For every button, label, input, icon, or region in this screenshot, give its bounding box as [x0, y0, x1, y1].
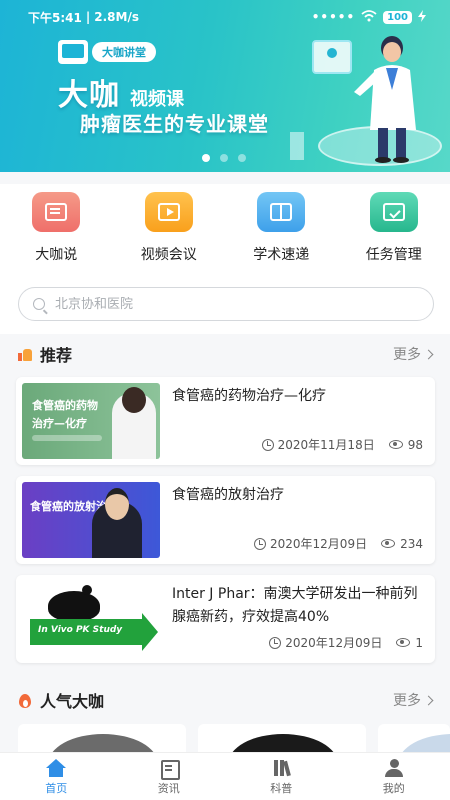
menu-item-video-meeting[interactable]: 视频会议 — [113, 184, 226, 274]
quick-menu: 大咖说 视频会议 学术速递 任务管理 — [0, 184, 450, 274]
tab-label: 科普 — [270, 782, 293, 795]
article-meta: 2020年12月09日 234 — [254, 535, 423, 552]
recommend-more-link[interactable]: 更多 — [393, 344, 434, 364]
user-icon — [384, 759, 404, 777]
banner-subtitle: 肿瘤医生的专业课堂 — [80, 112, 269, 136]
clock-icon — [269, 636, 282, 649]
section-title: 推荐 — [40, 346, 73, 365]
menu-item-daka-say[interactable]: 大咖说 — [0, 184, 113, 274]
pager-dot[interactable] — [202, 154, 210, 162]
eye-icon — [381, 539, 396, 548]
article-thumbnail: In Vivo PK Study — [22, 581, 160, 657]
article-card[interactable]: 食管癌的药物 治疗—化疗 食管癌的药物治疗—化疗 2020年11月18日 98 — [16, 377, 435, 465]
menu-item-label: 大咖说 — [35, 247, 78, 263]
tab-home[interactable]: 首页 — [0, 753, 113, 800]
menu-item-label: 视频会议 — [140, 247, 197, 263]
charging-icon — [418, 9, 426, 25]
article-date: 2020年12月09日 — [270, 537, 368, 551]
article-meta: 2020年11月18日 98 — [261, 436, 423, 453]
article-views: 1 — [415, 635, 423, 650]
more-label: 更多 — [393, 347, 421, 363]
article-card[interactable]: In Vivo PK Study Inter J Phar：南澳大学研发出一种前… — [16, 575, 435, 663]
thumbnail-caption: In Vivo PK Study — [38, 625, 123, 635]
eye-icon — [388, 440, 403, 449]
books-icon — [271, 759, 291, 777]
tab-label: 我的 — [382, 782, 405, 795]
popular-more-link[interactable]: 更多 — [393, 690, 434, 710]
pager-dot[interactable] — [220, 154, 228, 162]
mouse-silhouette — [48, 585, 100, 621]
search-input[interactable] — [55, 296, 395, 312]
article-date: 2020年11月18日 — [277, 438, 375, 452]
fire-icon — [18, 692, 32, 708]
search-bar[interactable] — [18, 287, 434, 321]
status-speed: 2.8M/s — [94, 10, 139, 24]
doctor-illustration — [354, 36, 416, 163]
article-date: 2020年12月09日 — [285, 636, 383, 650]
doctor-photo — [112, 387, 156, 459]
recommend-header: 推荐 更多 — [0, 334, 450, 374]
chat-doc-icon — [32, 192, 81, 232]
menu-item-task-management[interactable]: 任务管理 — [338, 184, 450, 274]
banner-tag: 大咖讲堂 — [58, 40, 156, 64]
menu-item-academic-express[interactable]: 学术速递 — [225, 184, 338, 274]
chevron-right-icon — [423, 695, 434, 705]
article-title: 食管癌的放射治疗 — [172, 487, 284, 503]
thumbnail-strip — [32, 435, 102, 441]
promo-banner[interactable]: 下午5:41 | 2.8M/s ••••• 100 大咖讲堂 大咖 视频课 肿瘤… — [0, 0, 450, 172]
eye-icon — [396, 638, 411, 647]
article-title: Inter J Phar：南澳大学研发出一种前列腺癌新药，疗效提高40% — [172, 586, 418, 625]
menu-item-label: 学术速递 — [253, 247, 310, 263]
status-time: 下午5:41 — [28, 10, 82, 25]
more-label: 更多 — [393, 693, 421, 709]
section-title: 人气大咖 — [40, 692, 105, 711]
bottom-tab-bar: 首页 资讯 科普 我的 — [0, 752, 450, 800]
tab-label: 首页 — [45, 782, 68, 795]
article-meta: 2020年12月09日 1 — [269, 634, 423, 651]
article-card[interactable]: 食管癌的放射治疗 食管癌的放射治疗 2020年12月09日 234 — [16, 476, 435, 564]
battery-icon: 100 — [383, 10, 412, 24]
chevron-right-icon — [423, 349, 434, 359]
video-play-icon — [144, 192, 193, 232]
signal-dots-icon: ••••• — [311, 10, 356, 24]
article-views: 98 — [407, 437, 423, 452]
clock-icon — [261, 438, 274, 451]
clock-icon — [254, 537, 266, 550]
home-icon — [46, 759, 67, 777]
tab-science[interactable]: 科普 — [225, 753, 338, 800]
newspaper-icon — [159, 759, 180, 780]
wifi-icon — [361, 9, 377, 25]
search-section — [0, 274, 450, 334]
tab-label: 资讯 — [157, 782, 180, 795]
book-icon — [257, 192, 306, 232]
tv-icon — [58, 40, 88, 64]
clipboard-check-icon — [369, 192, 418, 232]
article-views: 234 — [400, 536, 423, 551]
search-icon — [33, 298, 45, 310]
tab-news[interactable]: 资讯 — [113, 753, 226, 800]
menu-item-label: 任务管理 — [365, 247, 422, 263]
glass-block-graphic — [290, 132, 304, 160]
article-title: 食管癌的药物治疗—化疗 — [172, 388, 326, 404]
banner-pager — [202, 154, 246, 162]
popular-header: 人气大咖 更多 — [0, 680, 450, 720]
doctor-photo — [92, 488, 142, 558]
tab-me[interactable]: 我的 — [338, 753, 450, 800]
status-bar: 下午5:41 | 2.8M/s ••••• 100 — [28, 8, 426, 26]
thumbs-up-icon — [18, 347, 32, 361]
article-thumbnail: 食管癌的药物 治疗—化疗 — [22, 383, 160, 459]
thumbnail-caption: 食管癌的药物 治疗—化疗 — [32, 399, 98, 430]
pager-dot[interactable] — [238, 154, 246, 162]
banner-tag-label: 大咖讲堂 — [92, 42, 156, 62]
article-thumbnail: 食管癌的放射治疗 — [22, 482, 160, 558]
